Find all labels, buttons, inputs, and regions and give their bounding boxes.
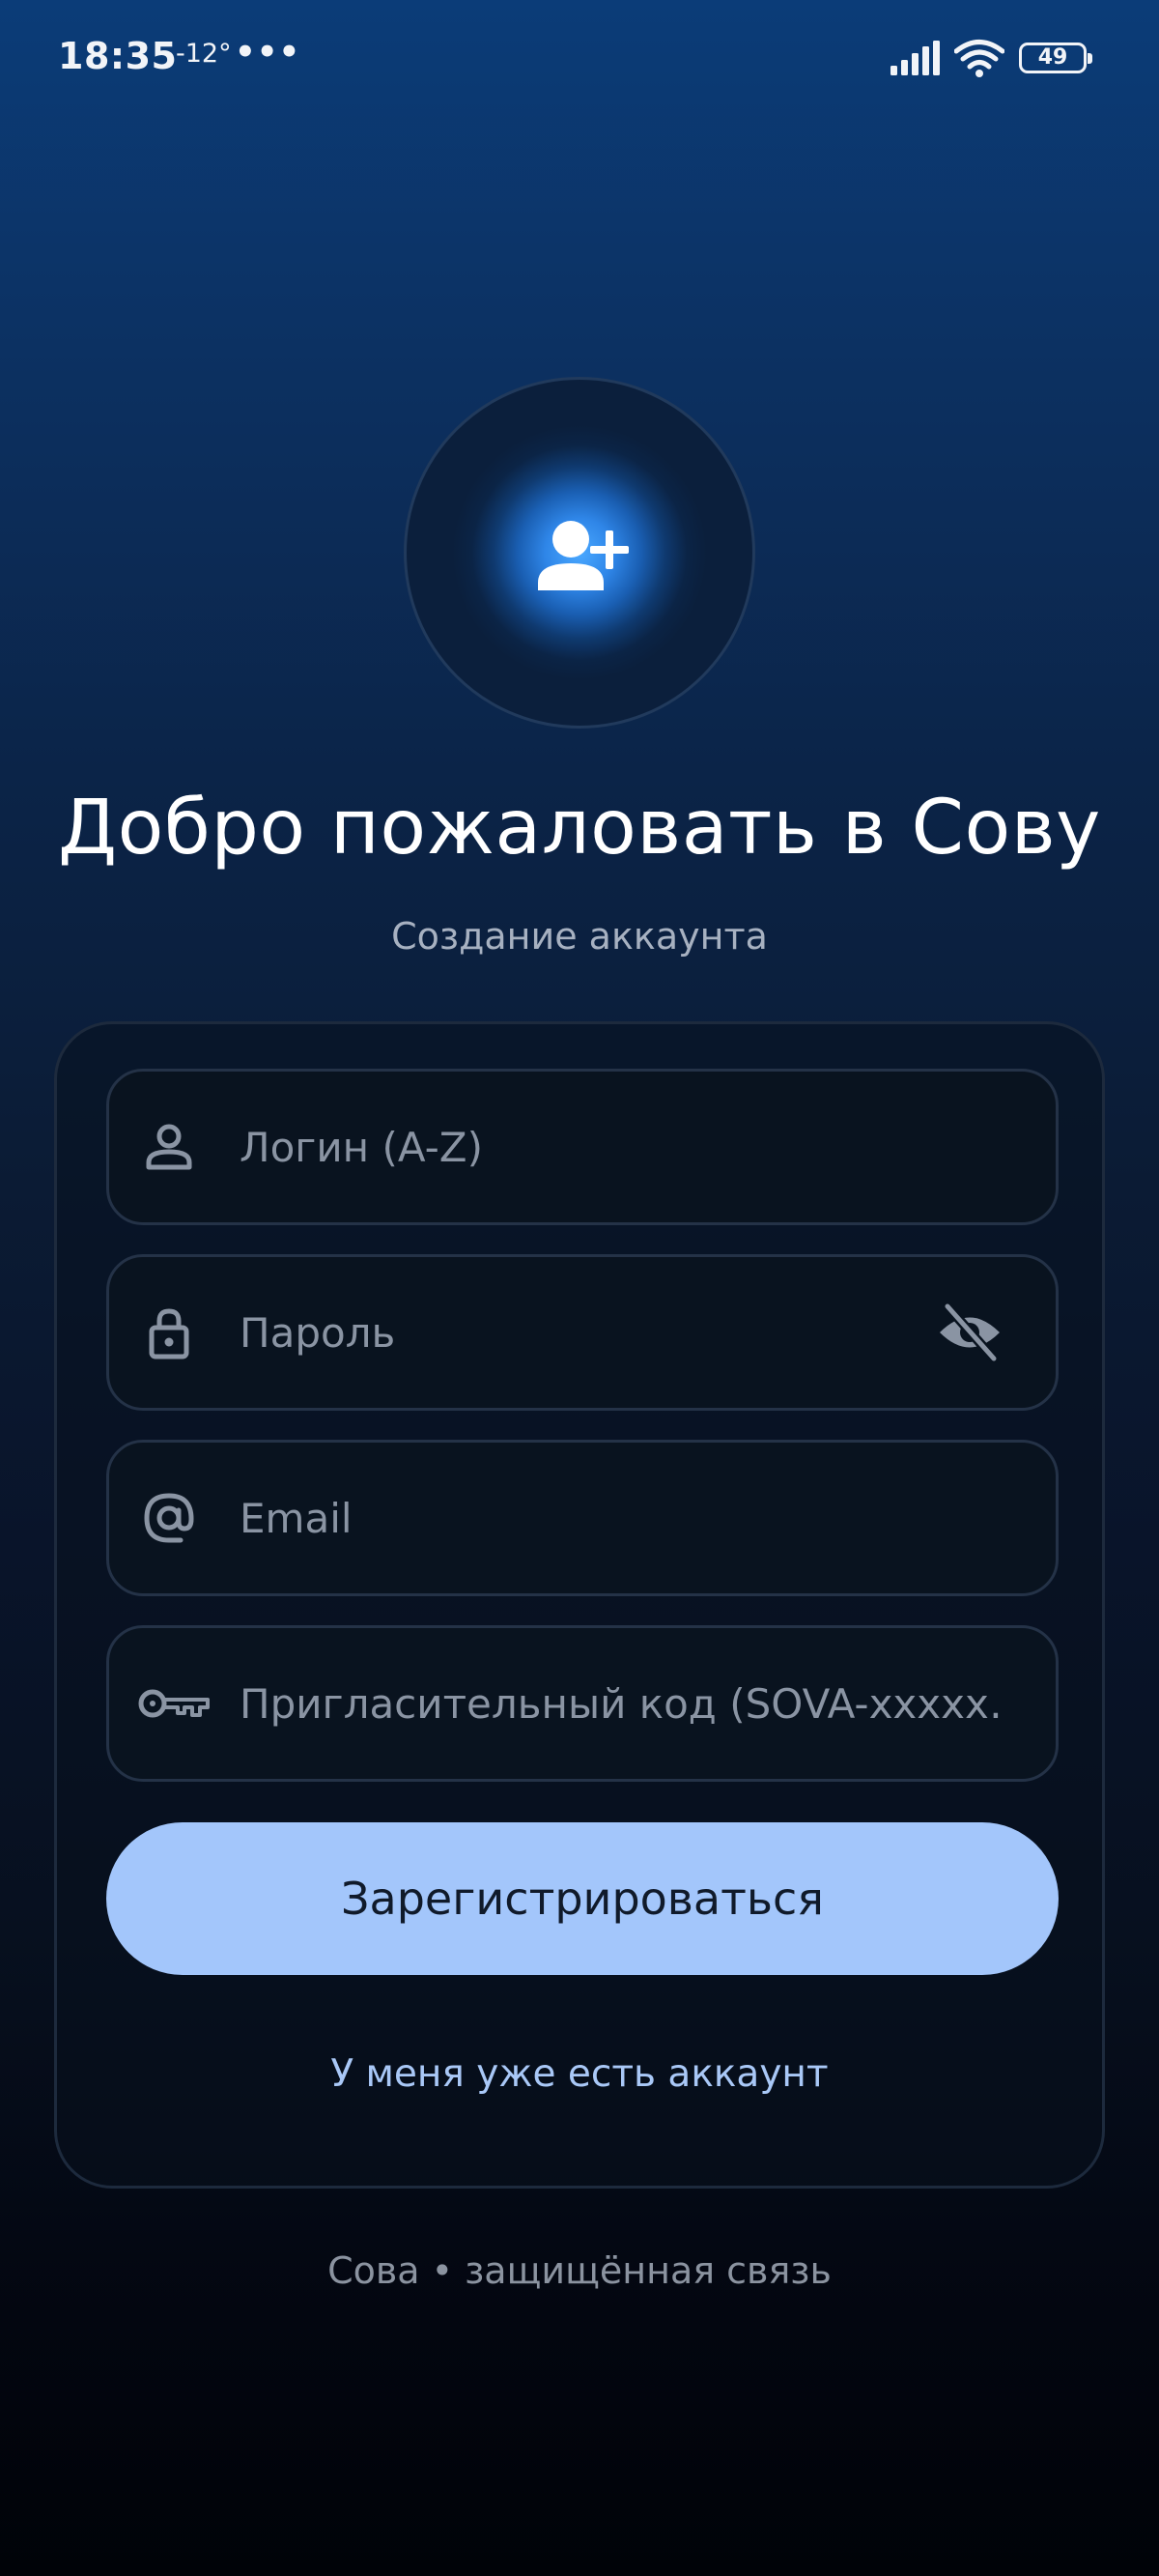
password-field[interactable] [106,1254,1059,1411]
wifi-icon [954,40,1004,77]
registration-card: Зарегистрироваться У меня уже есть аккау… [54,1021,1105,2189]
email-field[interactable] [106,1440,1059,1596]
person-add-icon [538,521,629,590]
key-icon [138,1689,210,1718]
register-button[interactable]: Зарегистрироваться [106,1822,1059,1975]
lock-icon [149,1308,189,1360]
footer-text: Сова • защищённая связь [327,2249,832,2292]
status-more-icon: ••• [235,33,301,72]
eye-off-icon[interactable] [936,1299,1004,1366]
signal-icon [890,41,940,75]
register-screen: 18:35 -12° ••• 49 Добро пожаловать в Сов… [0,0,1159,2576]
status-time: 18:35 [58,35,178,77]
battery-icon: 49 [1019,43,1092,73]
status-temperature: -12° [176,39,232,69]
invite-code-field[interactable] [106,1625,1059,1782]
login-field[interactable] [106,1069,1059,1225]
avatar [404,377,755,729]
battery-level: 49 [1037,45,1068,70]
invite-code-input[interactable] [240,1628,1003,1779]
have-account-link[interactable]: У меня уже есть аккаунт [57,2052,1102,2096]
person-icon [146,1124,192,1170]
password-input[interactable] [240,1257,858,1408]
email-input[interactable] [240,1443,1003,1593]
page-title: Добро пожаловать в Сову [58,785,1101,872]
at-icon [144,1493,194,1543]
status-bar: 18:35 -12° ••• 49 [0,0,1159,116]
login-input[interactable] [240,1072,1003,1222]
page-subtitle: Создание аккаунта [391,915,768,958]
